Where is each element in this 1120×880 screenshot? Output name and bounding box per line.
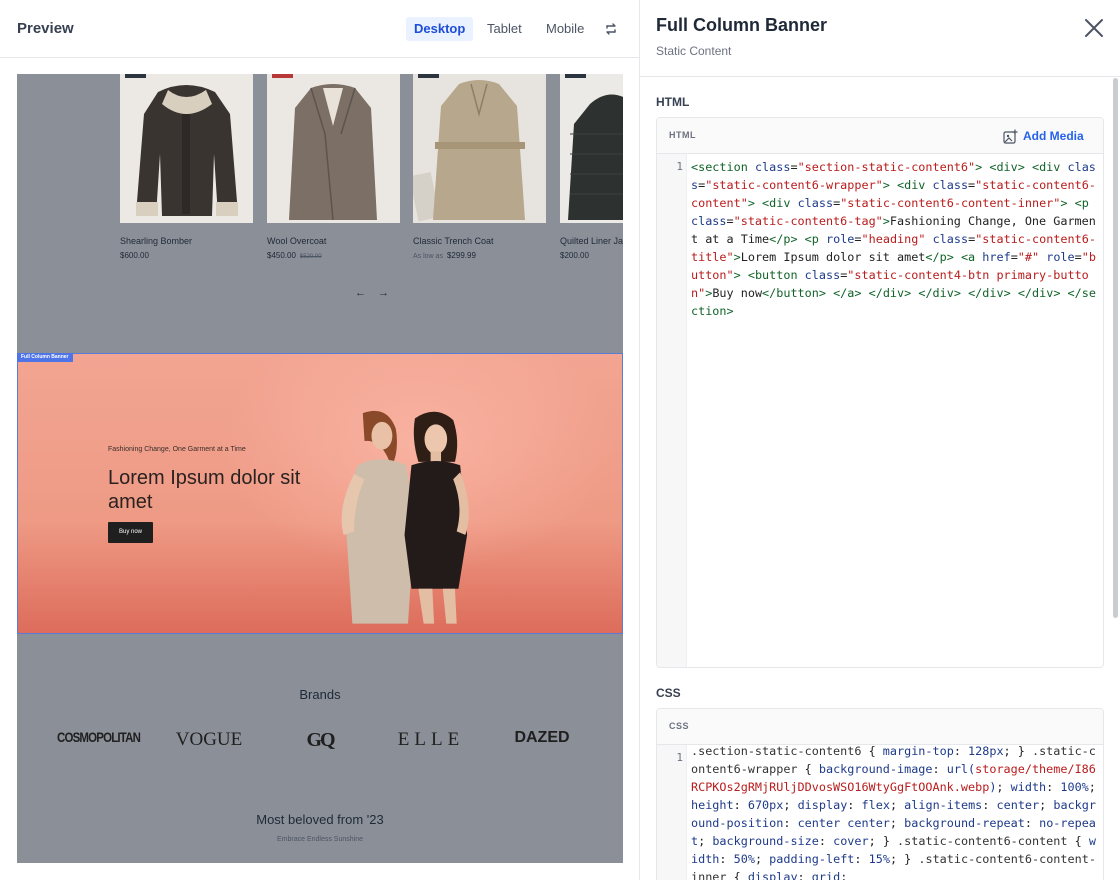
css-code-editor[interactable]: CSS 1 .section-static-content6 { margin-… (656, 708, 1104, 880)
brands-title: Brands (299, 687, 341, 702)
add-media-label: Add Media (1023, 129, 1084, 143)
html-code[interactable]: <section class="section-static-content6"… (691, 158, 1099, 320)
html-editor-header: HTML Add Media (657, 118, 1103, 154)
brand-logo-elle[interactable]: ELLE (381, 729, 481, 751)
add-media-button[interactable]: Add Media (1003, 128, 1084, 144)
banner-selection-label: Full Column Banner (17, 353, 73, 362)
html-section-label: HTML (656, 95, 690, 109)
product-badge (125, 74, 146, 78)
carousel-next-button[interactable]: → (378, 287, 389, 299)
rotate-icon[interactable] (602, 20, 620, 38)
product-price: $600.00 (120, 251, 149, 260)
close-icon[interactable] (1083, 17, 1105, 39)
product-name: Classic Trench Coat (413, 236, 494, 246)
line-number: 1 (676, 160, 683, 173)
preview-title: Preview (17, 20, 74, 37)
beloved-title: Most beloved from '23 (256, 812, 384, 827)
device-mobile-button[interactable]: Mobile (538, 17, 592, 41)
editor-scrollbar[interactable] (1113, 78, 1118, 618)
html-code-editor[interactable]: HTML Add Media 1 <section class="section… (656, 117, 1104, 668)
product-name: Shearling Bomber (120, 236, 193, 246)
editor-subtitle: Static Content (656, 44, 732, 58)
brand-logo-cosmopolitan[interactable]: COSMOPOLITAN (57, 729, 141, 745)
buy-now-button[interactable]: Buy now (108, 522, 153, 543)
beloved-subtitle: Embrace Endless Sunshine (277, 836, 363, 843)
product-image (413, 74, 546, 223)
product-price: As low as $299.99 (413, 251, 476, 260)
line-gutter: 1 (657, 745, 687, 880)
image-plus-icon (1003, 129, 1018, 144)
preview-canvas: Shearling Bomber $600.00 Wool Overcoat $… (17, 74, 623, 863)
css-code[interactable]: .section-static-content6 { margin-top: 1… (691, 742, 1099, 880)
brand-logo-gq[interactable]: GQ (270, 729, 370, 752)
product-price: $450.00 $520.00 (267, 251, 322, 260)
device-desktop-button[interactable]: Desktop (406, 17, 474, 41)
product-badge (418, 74, 439, 78)
device-tablet-button[interactable]: Tablet (479, 17, 530, 41)
editor-header: Full Column Banner Static Content (640, 0, 1120, 77)
banner-title: Lorem Ipsum dolor sit amet (108, 467, 301, 513)
product-name: Wool Overcoat (267, 236, 327, 246)
css-editor-label: CSS (669, 721, 690, 731)
brand-logo-vogue[interactable]: VOGUE (159, 729, 259, 751)
preview-header: Preview Desktop Tablet Mobile (0, 0, 640, 58)
banner-models-image (341, 410, 469, 624)
product-badge (565, 74, 586, 78)
line-number: 1 (676, 751, 683, 764)
product-image (120, 74, 253, 223)
product-image (560, 74, 623, 223)
css-section-label: CSS (656, 686, 681, 700)
editor-title: Full Column Banner (656, 15, 827, 35)
banner-tag: Fashioning Change, One Garment at a Time (108, 446, 246, 453)
css-editor-header: CSS (657, 709, 1103, 745)
preview-pane: Preview Desktop Tablet Mobile Shearling … (0, 0, 640, 880)
product-name: Quilted Liner Ja (560, 236, 623, 246)
product-image (267, 74, 400, 223)
line-gutter: 1 (657, 154, 687, 667)
brand-logo-dazed[interactable]: DAZED (492, 729, 592, 747)
product-price: $200.00 (560, 251, 589, 260)
html-editor-label: HTML (669, 130, 696, 140)
carousel-prev-button[interactable]: ← (355, 287, 366, 299)
product-badge (272, 74, 293, 78)
editor-panel: Full Column Banner Static Content HTML H… (640, 0, 1120, 880)
